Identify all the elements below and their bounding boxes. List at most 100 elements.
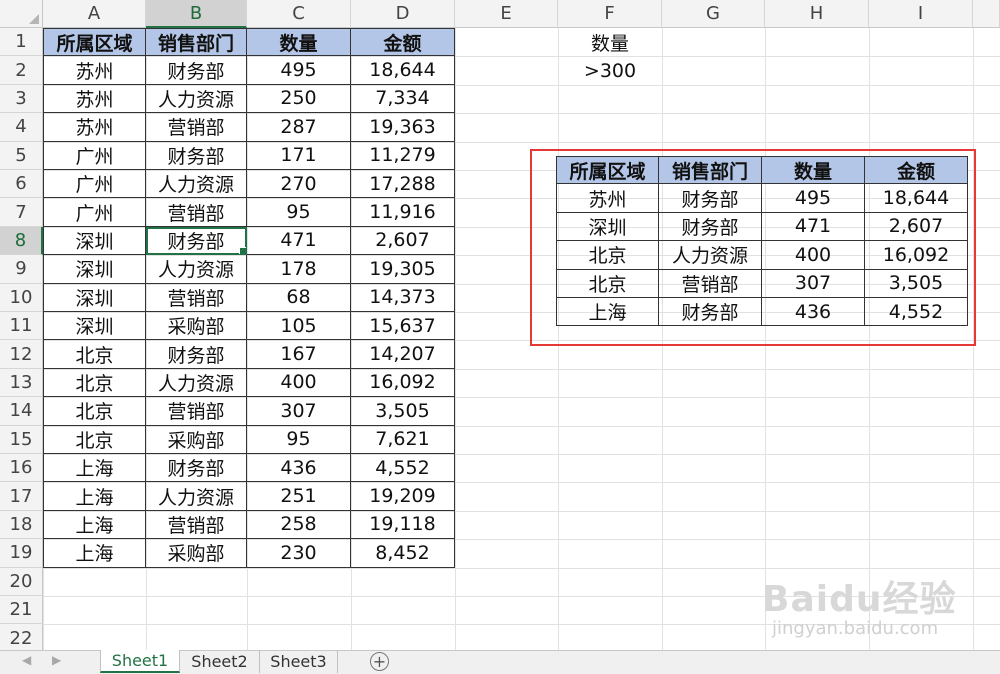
column-header-e[interactable]: E — [455, 0, 558, 28]
cell-b6[interactable]: 人力资源 — [146, 170, 247, 199]
cell-d2[interactable]: 18,644 — [351, 56, 455, 85]
row-header-10[interactable]: 10 — [0, 283, 43, 312]
cell-a1[interactable]: 所属区域 — [43, 28, 146, 57]
prev-sheet-icon[interactable]: ◀ — [22, 653, 31, 667]
cell-c3[interactable]: 250 — [247, 84, 351, 114]
cell-b18[interactable]: 营销部 — [146, 510, 247, 540]
cell-c13[interactable]: 400 — [247, 368, 351, 398]
cell-a3[interactable]: 苏州 — [43, 84, 146, 114]
row-header-13[interactable]: 13 — [0, 368, 43, 398]
cell-a19[interactable]: 上海 — [43, 539, 146, 568]
cell-a6[interactable]: 广州 — [43, 170, 146, 199]
column-header-b[interactable]: B — [146, 0, 247, 28]
row-header-20[interactable]: 20 — [0, 567, 43, 596]
cell-b11[interactable]: 采购部 — [146, 312, 247, 341]
cell-b5[interactable]: 财务部 — [146, 141, 247, 170]
sheet-tab-sheet2[interactable]: Sheet2 — [180, 650, 260, 673]
cell-d8[interactable]: 2,607 — [351, 226, 455, 256]
cell-d4[interactable]: 19,363 — [351, 113, 455, 142]
sheet-tab-sheet3[interactable]: Sheet3 — [260, 650, 338, 673]
cell-b4[interactable]: 营销部 — [146, 113, 247, 142]
cell-d19[interactable]: 8,452 — [351, 539, 455, 568]
cell-d5[interactable]: 11,279 — [351, 141, 455, 170]
row-header-16[interactable]: 16 — [0, 454, 43, 483]
cell-d9[interactable]: 19,305 — [351, 255, 455, 284]
cell-c16[interactable]: 436 — [247, 454, 351, 483]
cell-c2[interactable]: 495 — [247, 56, 351, 85]
row-header-4[interactable]: 4 — [0, 113, 43, 142]
cell-a13[interactable]: 北京 — [43, 368, 146, 398]
column-header-a[interactable]: A — [43, 0, 146, 28]
cell-d14[interactable]: 3,505 — [351, 397, 455, 426]
sheet-tab-sheet1[interactable]: Sheet1 — [100, 650, 180, 673]
cell-b13[interactable]: 人力资源 — [146, 368, 247, 398]
add-sheet-icon[interactable]: + — [370, 652, 389, 671]
row-header-8[interactable]: 8 — [0, 226, 43, 256]
cell-a17[interactable]: 上海 — [43, 482, 146, 511]
cell-d6[interactable]: 17,288 — [351, 170, 455, 199]
cell-b7[interactable]: 营销部 — [146, 198, 247, 227]
column-header-c[interactable]: C — [247, 0, 351, 28]
row-header-7[interactable]: 7 — [0, 198, 43, 227]
cell-d11[interactable]: 15,637 — [351, 312, 455, 341]
criteria-value-f2[interactable]: >300 — [558, 56, 662, 84]
cell-c1[interactable]: 数量 — [247, 28, 351, 57]
cell-b15[interactable]: 采购部 — [146, 425, 247, 454]
cell-a2[interactable]: 苏州 — [43, 56, 146, 85]
cell-c8[interactable]: 471 — [247, 226, 351, 256]
column-header-f[interactable]: F — [558, 0, 662, 28]
cell-a18[interactable]: 上海 — [43, 510, 146, 540]
cell-a9[interactable]: 深圳 — [43, 255, 146, 284]
cell-c11[interactable]: 105 — [247, 312, 351, 341]
cell-c6[interactable]: 270 — [247, 170, 351, 199]
column-header-i[interactable]: I — [869, 0, 973, 28]
column-header-h[interactable]: H — [765, 0, 869, 28]
row-header-11[interactable]: 11 — [0, 312, 43, 341]
cell-a11[interactable]: 深圳 — [43, 312, 146, 341]
row-header-12[interactable]: 12 — [0, 340, 43, 369]
cell-c10[interactable]: 68 — [247, 283, 351, 312]
cell-a7[interactable]: 广州 — [43, 198, 146, 227]
cell-c4[interactable]: 287 — [247, 113, 351, 142]
row-header-2[interactable]: 2 — [0, 56, 43, 85]
cell-b10[interactable]: 营销部 — [146, 283, 247, 312]
cell-a8[interactable]: 深圳 — [43, 226, 146, 256]
cell-c17[interactable]: 251 — [247, 482, 351, 511]
cell-d15[interactable]: 7,621 — [351, 425, 455, 454]
cell-a16[interactable]: 上海 — [43, 454, 146, 483]
cell-a14[interactable]: 北京 — [43, 397, 146, 426]
criteria-header-f1[interactable]: 数量 — [558, 28, 662, 56]
cell-b16[interactable]: 财务部 — [146, 454, 247, 483]
cell-c14[interactable]: 307 — [247, 397, 351, 426]
cell-b8[interactable]: 财务部 — [146, 226, 247, 256]
cell-a10[interactable]: 深圳 — [43, 283, 146, 312]
cell-d7[interactable]: 11,916 — [351, 198, 455, 227]
cell-d16[interactable]: 4,552 — [351, 454, 455, 483]
cell-a15[interactable]: 北京 — [43, 425, 146, 454]
column-header-g[interactable]: G — [662, 0, 765, 28]
cell-a4[interactable]: 苏州 — [43, 113, 146, 142]
row-header-14[interactable]: 14 — [0, 397, 43, 426]
row-header-15[interactable]: 15 — [0, 425, 43, 454]
row-header-18[interactable]: 18 — [0, 510, 43, 540]
row-header-9[interactable]: 9 — [0, 255, 43, 284]
cell-c12[interactable]: 167 — [247, 340, 351, 369]
cell-a5[interactable]: 广州 — [43, 141, 146, 170]
cell-d12[interactable]: 14,207 — [351, 340, 455, 369]
cell-b2[interactable]: 财务部 — [146, 56, 247, 85]
cell-c9[interactable]: 178 — [247, 255, 351, 284]
cell-d1[interactable]: 金额 — [351, 28, 455, 57]
cell-a12[interactable]: 北京 — [43, 340, 146, 369]
cell-c5[interactable]: 171 — [247, 141, 351, 170]
row-header-21[interactable]: 21 — [0, 596, 43, 625]
cell-c19[interactable]: 230 — [247, 539, 351, 568]
cell-b3[interactable]: 人力资源 — [146, 84, 247, 114]
row-header-5[interactable]: 5 — [0, 141, 43, 170]
row-header-3[interactable]: 3 — [0, 84, 43, 114]
row-header-17[interactable]: 17 — [0, 482, 43, 511]
cell-c7[interactable]: 95 — [247, 198, 351, 227]
cell-d17[interactable]: 19,209 — [351, 482, 455, 511]
row-header-22[interactable]: 22 — [0, 624, 43, 650]
cell-b1[interactable]: 销售部门 — [146, 28, 247, 57]
cell-b19[interactable]: 采购部 — [146, 539, 247, 568]
